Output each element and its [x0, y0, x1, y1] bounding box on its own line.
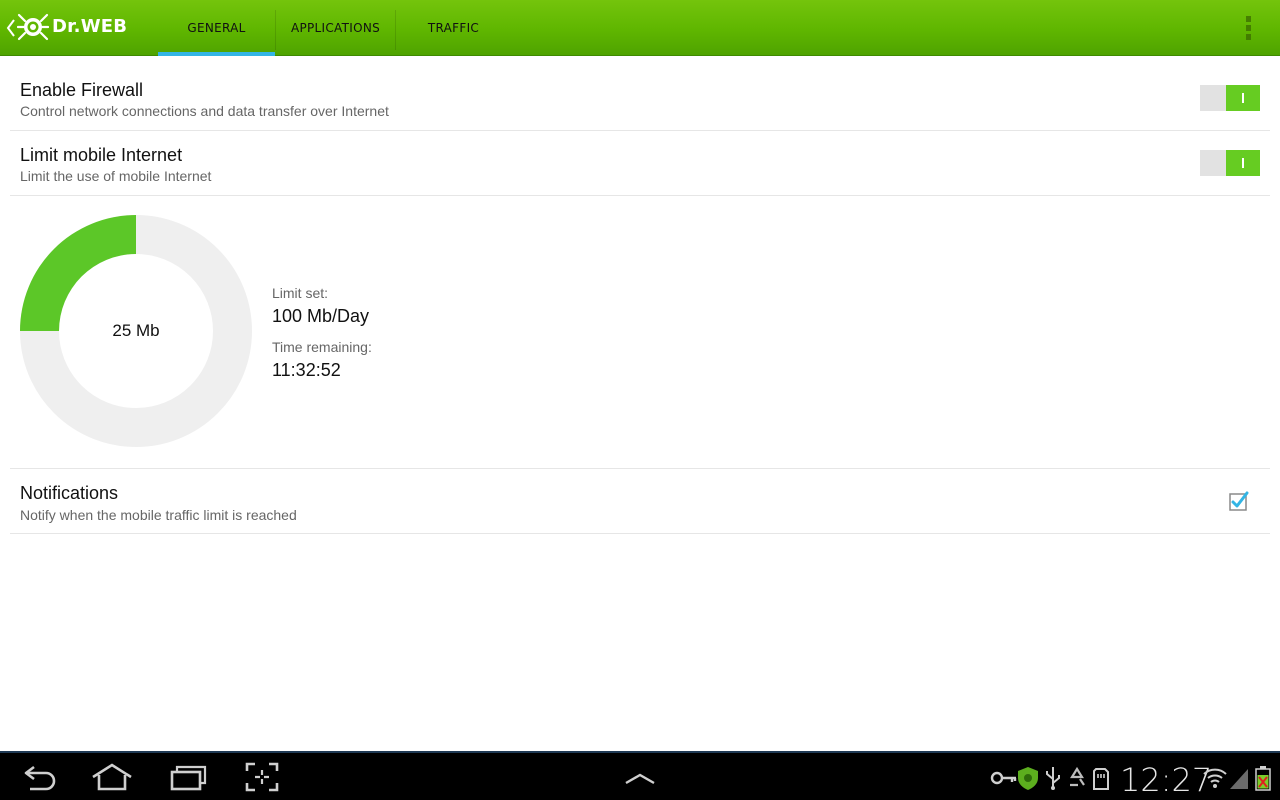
overflow-menu-icon[interactable] — [1236, 12, 1260, 44]
limit-mobile-internet-row[interactable]: Limit mobile Internet Limit the use of m… — [10, 131, 1270, 196]
notifications-summary: Notify when the mobile traffic limit is … — [20, 507, 297, 523]
sd-card-icon — [1093, 768, 1109, 790]
app-home-up-button[interactable]: Dr.WEB — [0, 0, 140, 56]
drweb-spider-logo-icon — [17, 13, 49, 41]
tab-strip: GENERAL APPLICATIONS TRAFFIC — [158, 0, 511, 56]
back-caret-icon — [6, 19, 15, 37]
up-arrow-icon[interactable] — [622, 761, 658, 793]
donut-used-segment — [20, 215, 136, 331]
home-icon[interactable] — [90, 761, 134, 793]
toggle-on-thumb — [1226, 85, 1260, 111]
toggle-on-thumb — [1226, 150, 1260, 176]
limit-mobile-title: Limit mobile Internet — [20, 145, 183, 165]
notifications-title: Notifications — [20, 483, 119, 503]
limit-set-value: 100 Mb/Day — [272, 306, 370, 326]
system-navigation-bar: 12:27 — [0, 751, 1280, 800]
screenshot-icon[interactable] — [244, 761, 280, 793]
notifications-checkbox[interactable] — [1228, 490, 1250, 512]
status-clock: 12:27 — [1120, 761, 1213, 799]
recent-apps-icon[interactable] — [168, 761, 208, 793]
action-bar: Dr.WEB GENERAL APPLICATIONS TRAFFIC — [0, 0, 1280, 56]
back-icon[interactable] — [20, 761, 60, 793]
used-traffic-label: 25 Mb — [112, 321, 160, 340]
limit-set-label: Limit set: — [272, 285, 329, 301]
recycle-icon — [1070, 766, 1085, 787]
app-brand-title: Dr.WEB — [52, 16, 128, 37]
wifi-icon — [1203, 768, 1227, 788]
tab-traffic[interactable]: TRAFFIC — [396, 0, 511, 56]
time-remaining-label: Time remaining: — [272, 339, 372, 355]
firewall-setting-row[interactable]: Enable Firewall Control network connecti… — [10, 57, 1270, 131]
usb-icon — [1046, 767, 1060, 790]
firewall-setting-title: Enable Firewall — [20, 80, 144, 100]
key-icon — [990, 771, 1017, 785]
tab-applications[interactable]: APPLICATIONS — [276, 0, 395, 56]
tab-general[interactable]: GENERAL — [158, 0, 275, 56]
battery-icon — [1255, 766, 1271, 791]
time-remaining-value: 11:32:52 — [272, 360, 341, 380]
drweb-shield-icon — [1018, 767, 1038, 790]
notifications-setting-row[interactable]: Notifications Notify when the mobile tra… — [10, 468, 1270, 534]
signal-icon — [1230, 769, 1248, 789]
limit-mobile-toggle[interactable] — [1200, 150, 1260, 176]
general-settings-panel: Enable Firewall Control network connecti… — [0, 57, 1280, 751]
limit-mobile-summary: Limit the use of mobile Internet — [20, 168, 212, 184]
firewall-toggle[interactable] — [1200, 85, 1260, 111]
firewall-setting-summary: Control network connections and data tra… — [20, 103, 389, 119]
